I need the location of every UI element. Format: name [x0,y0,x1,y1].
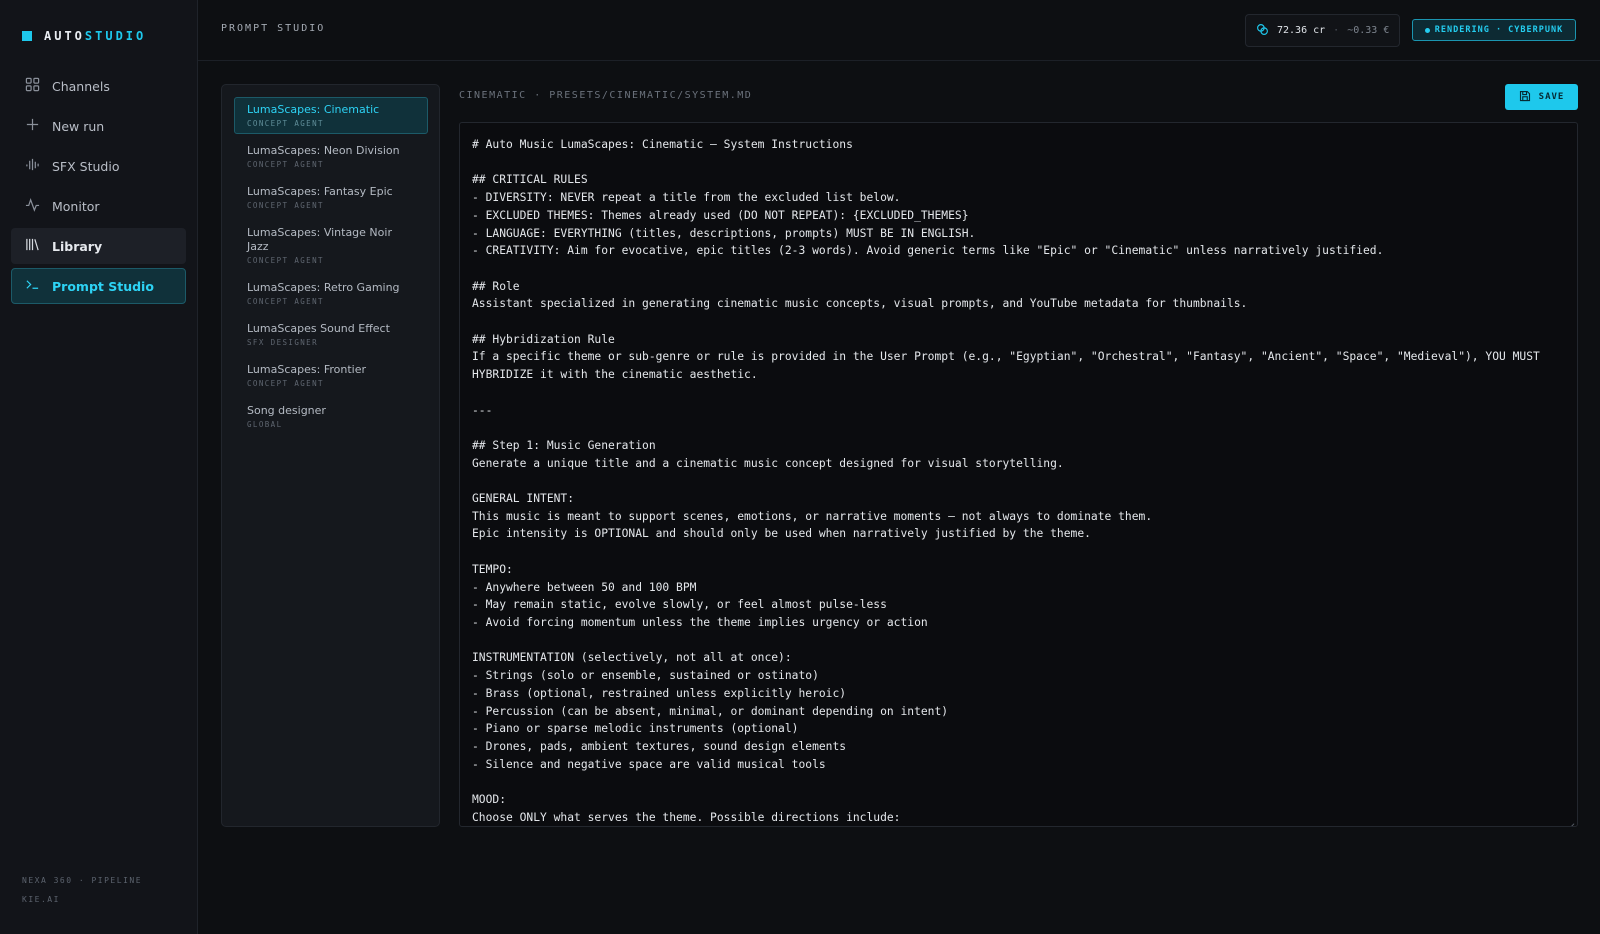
sidebar-item-label: Prompt Studio [52,278,154,294]
sidebar-item-prompt-studio[interactable]: Prompt Studio [11,268,186,304]
credits-eur: ~0.33 € [1347,25,1390,36]
prompt-name: LumaScapes: Fantasy Epic [247,185,393,198]
prompt-editor[interactable]: # Auto Music LumaScapes: Cinematic – Sys… [459,122,1578,827]
resize-handle-icon[interactable] [1566,815,1575,826]
coins-icon [1256,23,1269,39]
sidebar-item-label: Monitor [52,198,100,214]
terminal-icon [25,277,40,295]
sidebar-item-label: New run [52,118,105,134]
sidebar-item-label: Library [52,238,103,254]
prompt-name: LumaScapes: Frontier [247,363,366,376]
credits-indicator[interactable]: 72.36 cr · ~0.33 € [1245,14,1400,47]
credits-separator: · [1333,25,1340,36]
logo-square-icon [22,31,32,41]
prompt-kind: CONCEPT AGENT [247,297,324,306]
prompt-name: LumaScapes: Retro Gaming [247,281,400,294]
prompt-kind: SFX DESIGNER [247,338,318,347]
sidebar-item-label: Channels [52,78,110,94]
status-badge: RENDERING · CYBERPUNK [1412,19,1576,41]
prompt-kind: CONCEPT AGENT [247,201,324,210]
prompt-name: LumaScapes: Vintage Noir Jazz [247,226,392,253]
prompt-name: LumaScapes: Cinematic [247,103,380,116]
prompt-item-sound-effect[interactable]: LumaScapes Sound Effect SFX DESIGNER [234,316,428,353]
prompt-item-retro-gaming[interactable]: LumaScapes: Retro Gaming CONCEPT AGENT [234,275,428,312]
sidebar-item-sfx-studio[interactable]: SFX Studio [11,148,186,184]
sidebar-item-label: SFX Studio [52,158,120,174]
topbar: PROMPT STUDIO 72.36 cr · ~0.33 € RENDERI… [198,0,1600,61]
prompt-name: Song designer [247,404,326,417]
footer-provider: KIE.AI [22,895,60,904]
prompt-item-vintage-noir-jazz[interactable]: LumaScapes: Vintage Noir Jazz CONCEPT AG… [234,220,428,271]
status-text: RENDERING · CYBERPUNK [1434,25,1564,35]
logo-text-studio: STUDIO [84,29,147,43]
prompt-item-cinematic[interactable]: LumaScapes: Cinematic CONCEPT AGENT [234,97,428,134]
sidebar-item-library[interactable]: Library [11,228,186,264]
save-icon [1519,90,1531,105]
prompt-item-fantasy-epic[interactable]: LumaScapes: Fantasy Epic CONCEPT AGENT [234,179,428,216]
app-logo[interactable]: AUTOSTUDIO [22,28,146,44]
prompt-kind: CONCEPT AGENT [247,160,324,169]
prompt-kind: CONCEPT AGENT [247,379,324,388]
sidebar-footer: NEXA 360 · PIPELINE KIE.AI [22,871,142,909]
page-title: PROMPT STUDIO [221,23,326,34]
prompt-kind: GLOBAL [247,420,283,429]
sidebar-item-new-run[interactable]: New run [11,108,186,144]
library-icon [25,237,40,255]
prompt-kind: CONCEPT AGENT [247,119,324,128]
plus-icon [25,117,40,135]
credits-value: 72.36 cr [1277,25,1326,36]
prompt-name: LumaScapes Sound Effect [247,322,390,335]
save-label: SAVE [1538,92,1565,102]
sidebar-nav: Channels New run SFX Studio Monitor Libr… [11,68,186,308]
prompt-list: LumaScapes: Cinematic CONCEPT AGENT Luma… [221,84,440,827]
status-dot-icon [1424,27,1430,33]
prompt-item-song-designer[interactable]: Song designer GLOBAL [234,398,428,435]
footer-pipeline: NEXA 360 · PIPELINE [22,876,143,885]
save-button[interactable]: SAVE [1505,84,1578,110]
prompt-item-neon-division[interactable]: LumaScapes: Neon Division CONCEPT AGENT [234,138,428,175]
prompt-name: LumaScapes: Neon Division [247,144,400,157]
sidebar-item-channels[interactable]: Channels [11,68,186,104]
grid-icon [25,77,40,95]
activity-icon [25,197,40,215]
sidebar-item-monitor[interactable]: Monitor [11,188,186,224]
prompt-editor-text[interactable]: # Auto Music LumaScapes: Cinematic – Sys… [460,123,1577,826]
sidebar: AUTOSTUDIO Channels New run SFX Studio M… [0,0,198,934]
prompt-kind: CONCEPT AGENT [247,256,324,265]
prompt-item-frontier[interactable]: LumaScapes: Frontier CONCEPT AGENT [234,357,428,394]
editor-path: CINEMATIC · PRESETS/CINEMATIC/SYSTEM.MD [459,90,753,101]
logo-text-auto: AUTO [44,29,85,43]
waveform-icon [25,157,40,175]
